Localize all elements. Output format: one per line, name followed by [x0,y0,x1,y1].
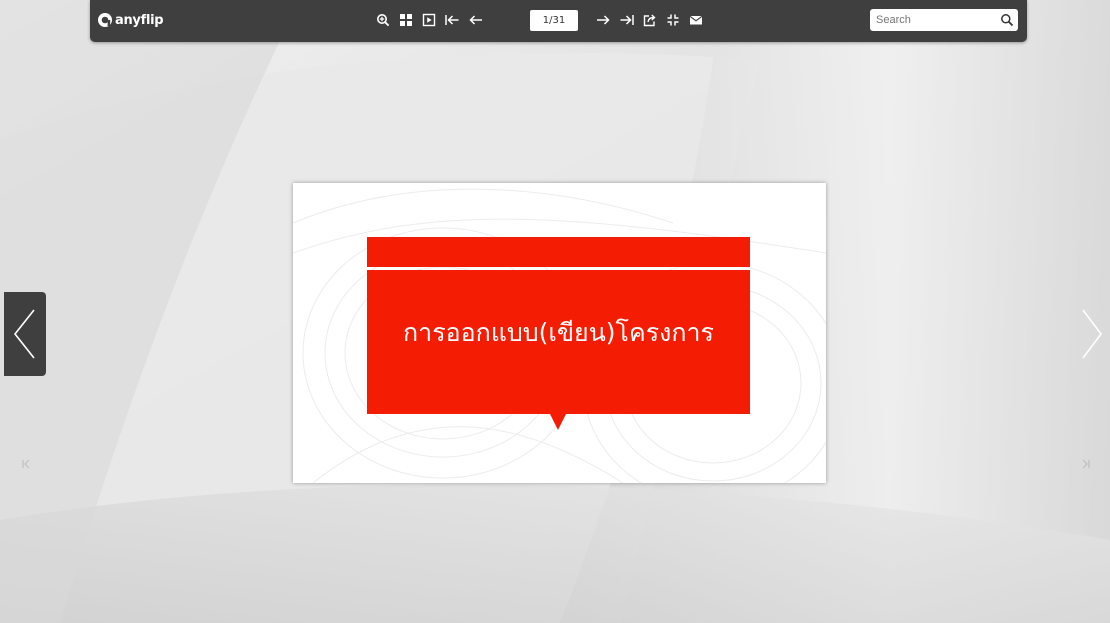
zoom-in-icon [377,14,390,27]
first-page-button[interactable] [444,12,460,28]
next-page-arrow[interactable] [1070,292,1110,376]
last-page-side-icon[interactable] [1078,457,1092,471]
chevron-left-icon [13,309,35,359]
share-icon [643,14,656,27]
fullscreen-button[interactable] [665,12,681,28]
previous-page-arrow[interactable] [4,292,46,376]
thumbnails-icon [400,14,412,26]
autoplay-icon [422,13,436,27]
email-button[interactable] [688,12,704,28]
previous-page-icon [469,15,482,25]
anyflip-logo[interactable]: anyflip [97,10,164,30]
next-page-icon [597,15,610,25]
search-icon[interactable] [1000,13,1014,27]
thumbnails-button[interactable] [398,12,414,28]
zoom-in-button[interactable] [375,12,391,28]
autoplay-button[interactable] [421,12,437,28]
page-number-input[interactable]: 1/31 [530,10,578,31]
next-page-button[interactable] [595,12,611,28]
first-page-icon [445,15,459,25]
first-page-side-icon[interactable] [20,457,34,471]
logo-mark-icon [98,13,112,27]
last-page-button[interactable] [619,12,635,28]
search-input[interactable] [870,9,1018,31]
top-toolbar: anyflip 1/31 Search [90,0,1027,42]
title-panel-pointer [550,414,566,430]
page-title: การออกแบบ(เขียน)โครงการ [403,317,714,347]
previous-page-button[interactable] [468,12,484,28]
logo-text: anyflip [115,12,164,28]
last-page-icon [620,15,634,25]
flipbook-viewer: anyflip 1/31 Search การออกแบบ(เขียน)โครง… [0,0,1110,623]
book-page[interactable]: การออกแบบ(เขียน)โครงการ [293,183,826,483]
share-button[interactable] [642,12,658,28]
email-icon [689,15,703,25]
title-header-band [367,237,750,267]
chevron-right-icon [1082,309,1102,359]
fullscreen-icon [667,14,679,26]
